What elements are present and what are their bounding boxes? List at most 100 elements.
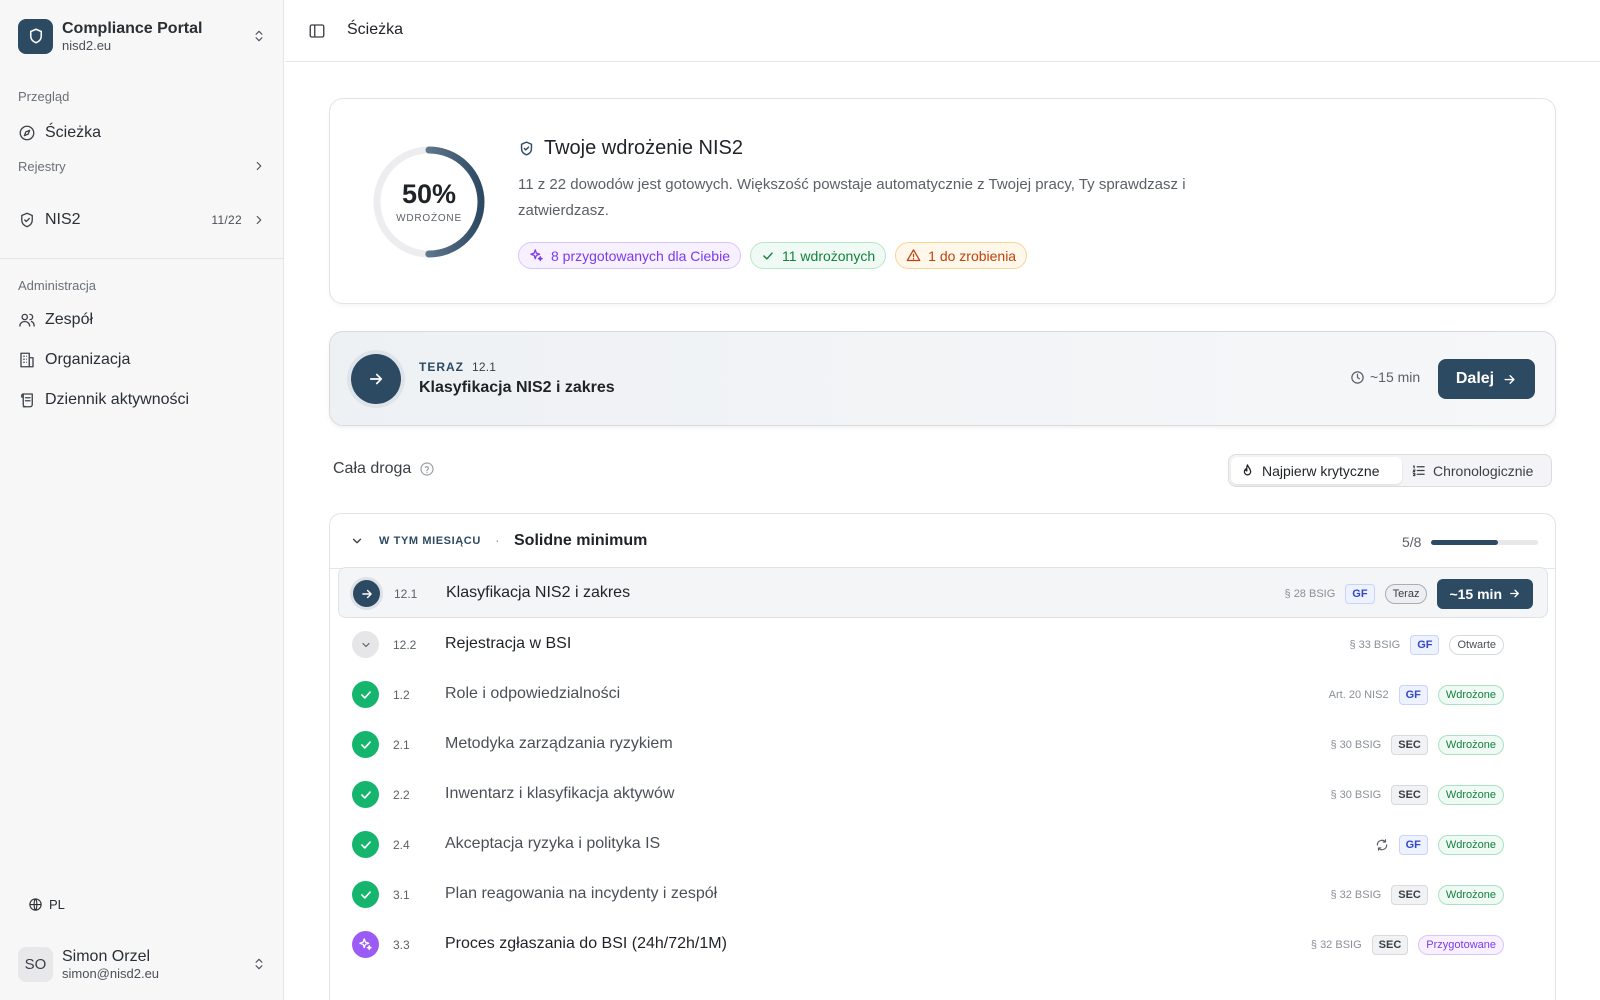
- group-progress-bar: [1431, 540, 1538, 545]
- shield-check-icon: [18, 211, 36, 229]
- check-icon: [352, 881, 379, 908]
- avatar: SO: [18, 946, 53, 982]
- current-step-card: TERAZ 12.1 Klasyfikacja NIS2 i zakres ~15…: [329, 331, 1556, 426]
- status-badge: Wdrożone: [1437, 784, 1504, 805]
- sort-critical-label: Najpierw krytyczne: [1262, 462, 1380, 479]
- chevrons-up-down-icon: [252, 957, 266, 971]
- task-meta: GF Wdrożone: [1375, 819, 1504, 870]
- shield-check-icon: [518, 140, 544, 157]
- workspace-name: Compliance Portal: [62, 19, 203, 37]
- task-row[interactable]: 12.2 Rejestracja w BSI § 33 BSIG GF Otwa…: [338, 619, 1548, 670]
- chevron-down-icon[interactable]: [350, 534, 364, 548]
- check-icon: [352, 831, 379, 858]
- chevron-down-icon: [352, 631, 379, 658]
- implemented-chip-label: 11 wdrożonych: [782, 247, 876, 264]
- path-title: Cała droga: [333, 460, 412, 477]
- legal-reference: § 32 BSIG: [1310, 938, 1362, 951]
- task-row[interactable]: 1.2 Role i odpowiedzialności Art. 20 NIS…: [338, 669, 1548, 720]
- current-step-number: 12.1: [472, 360, 497, 374]
- task-row[interactable]: 2.4 Akceptacja ryzyka i polityka IS GF W…: [338, 819, 1548, 870]
- task-meta: § 30 BSIG SEC Wdrożone: [1330, 719, 1504, 770]
- task-row[interactable]: 2.2 Inwentarz i klasyfikacja aktywów § 3…: [338, 769, 1548, 820]
- task-title: Akceptacja ryzyka i polityka IS: [445, 835, 661, 852]
- prepared-chip[interactable]: 8 przygotowanych dla Ciebie: [518, 242, 741, 269]
- task-row[interactable]: 3.1 Plan reagowania na incydenty i zespó…: [338, 869, 1548, 920]
- group-separator: ·: [495, 532, 500, 548]
- legal-reference: § 30 BSIG: [1330, 738, 1382, 751]
- sidebar-item-team[interactable]: Zespół: [18, 306, 266, 334]
- task-title: Klasyfikacja NIS2 i zakres: [446, 584, 631, 601]
- task-row[interactable]: 2.1 Metodyka zarządzania ryzykiem § 30 B…: [338, 719, 1548, 770]
- todo-chip[interactable]: 1 do zrobienia: [895, 242, 1028, 269]
- arrow-right-icon: [1502, 587, 1521, 600]
- role-tag: SEC: [1391, 784, 1428, 805]
- implemented-chip[interactable]: 11 wdrożonych: [750, 242, 887, 269]
- globe-icon: [28, 897, 49, 912]
- flame-icon: [1240, 463, 1262, 478]
- current-step-label: TERAZ: [419, 360, 464, 374]
- next-button-label: Dalej: [1455, 370, 1495, 387]
- current-step-title: Klasyfikacja NIS2 i zakres: [419, 379, 615, 396]
- role-tag: SEC: [1391, 734, 1428, 755]
- scroll-icon: [18, 391, 36, 409]
- task-row[interactable]: 12.1 Klasyfikacja NIS2 i zakres § 28 BSI…: [338, 567, 1548, 618]
- task-number: 1.2: [393, 688, 410, 702]
- task-meta: Art. 20 NIS2 GF Wdrożone: [1329, 669, 1504, 720]
- sidebar-divider: [0, 258, 284, 259]
- role-tag: SEC: [1391, 884, 1428, 905]
- sidebar-group-registers[interactable]: Rejestry: [18, 156, 266, 176]
- current-step-kicker: TERAZ 12.1: [419, 360, 496, 374]
- chevron-right-icon: [252, 159, 266, 173]
- milestone-group: W TYM MIESIĄCU · Solidne minimum 5/8 12.…: [329, 513, 1556, 1000]
- sidebar-item-path[interactable]: Ścieżka: [18, 119, 266, 147]
- path-heading: Cała droga: [333, 460, 435, 478]
- group-kicker: W TYM MIESIĄCU: [379, 535, 481, 547]
- status-badge: Wdrożone: [1437, 884, 1504, 905]
- sidebar-group-label: Rejestry: [18, 158, 66, 174]
- language-switcher[interactable]: PL: [28, 897, 65, 912]
- status-badge: Wdrożone: [1437, 734, 1504, 755]
- help-circle-icon[interactable]: [411, 461, 435, 477]
- sidebar-toggle-icon[interactable]: [308, 22, 326, 40]
- progress-caption: WDROŻONE: [396, 213, 462, 224]
- role-tag: GF: [1398, 684, 1428, 705]
- status-chips: 8 przygotowanych dla Ciebie 11 wdrożonyc…: [518, 242, 1028, 269]
- warning-icon: [906, 248, 928, 263]
- todo-chip-label: 1 do zrobienia: [928, 247, 1017, 264]
- user-email: simon@nisd2.eu: [62, 965, 160, 981]
- sidebar-item-label: NIS2: [45, 211, 81, 228]
- role-tag: GF: [1410, 634, 1440, 655]
- task-number: 2.2: [393, 788, 410, 802]
- sidebar-item-organization[interactable]: Organizacja: [18, 346, 266, 374]
- prepared-chip-label: 8 przygotowanych dla Ciebie: [551, 247, 730, 264]
- next-button[interactable]: Dalej: [1438, 359, 1535, 399]
- hero-heading: Twoje wdrożenie NIS2: [518, 137, 743, 160]
- task-number: 3.3: [393, 938, 410, 952]
- status-badge: Wdrożone: [1437, 834, 1504, 855]
- shield-icon: [18, 18, 53, 54]
- workspace-switcher[interactable]: Compliance Portal nisd2.eu: [18, 17, 266, 55]
- start-task-button[interactable]: ~15 min: [1437, 578, 1533, 609]
- task-title: Role i odpowiedzialności: [445, 685, 621, 702]
- task-meta: § 32 BSIG SEC Wdrożone: [1330, 869, 1504, 920]
- user-name: Simon Orzel: [62, 947, 151, 965]
- check-icon: [761, 249, 782, 263]
- user-menu[interactable]: SO Simon Orzel simon@nisd2.eu: [18, 945, 266, 983]
- building-icon: [18, 351, 36, 369]
- sidebar-item-label: Dziennik aktywności: [45, 391, 190, 408]
- sidebar-item-nis2[interactable]: NIS2 11/22: [18, 206, 266, 234]
- status-badge: Przygotowane: [1418, 934, 1504, 955]
- sidebar-item-activity-log[interactable]: Dziennik aktywności: [18, 386, 266, 414]
- sort-chronological-button[interactable]: Chronologicznie: [1402, 457, 1542, 484]
- workspace-domain: nisd2.eu: [62, 37, 112, 53]
- start-task-label: ~15 min: [1449, 585, 1502, 602]
- task-row[interactable]: 3.3 Proces zgłaszania do BSI (24h/72h/1M…: [338, 919, 1548, 970]
- arrow-right-icon[interactable]: [351, 354, 401, 404]
- legal-reference: § 32 BSIG: [1330, 888, 1382, 901]
- sort-critical-button[interactable]: Najpierw krytyczne: [1231, 457, 1402, 484]
- role-tag: SEC: [1371, 934, 1409, 955]
- group-title: Solidne minimum: [514, 532, 648, 549]
- refresh-icon[interactable]: [1375, 838, 1389, 852]
- task-meta: § 28 BSIG GF Teraz ~15 min: [1285, 568, 1533, 619]
- group-header[interactable]: W TYM MIESIĄCU · Solidne minimum 5/8: [330, 514, 1555, 569]
